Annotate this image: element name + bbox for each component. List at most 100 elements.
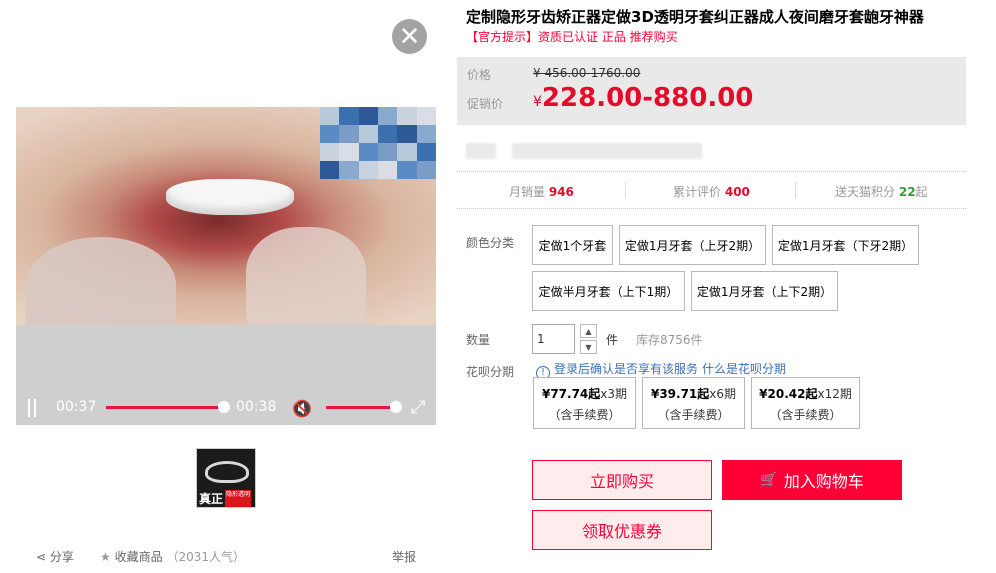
video-control-bar: 00:37 00:38 🔇 ⤢ [16,391,436,425]
mosaic-tile [378,161,398,179]
progress-bar[interactable] [106,401,230,413]
quantity-label: 数量 [466,333,491,347]
divider [625,182,626,198]
mosaic-tile [397,125,417,143]
quantity-unit: 件 [606,333,619,347]
mosaic-tile [339,125,359,143]
progress-knob[interactable] [218,401,230,413]
installment-fee: （含手续费） [657,408,730,422]
color-option[interactable]: 定做1月牙套（下牙2期） [772,225,919,265]
official-notice: 【官方提示】资质已认证 正品 推荐购买 [466,28,678,45]
installment-amount: ¥77.74起 [541,387,601,401]
original-price-label: 价格 [467,68,492,82]
get-coupon-button[interactable]: 领取优惠券 [532,510,712,550]
thumbnail-caption: 真正 隐形透明 [197,490,255,507]
sales-stats: 月销量 946 累计评价 400 送天猫积分 22起 [457,171,966,209]
quantity-decrease-button[interactable]: ▼ [580,340,597,354]
mosaic-tile [397,107,417,125]
share-label: 分享 [49,550,74,564]
blurred-content [466,143,496,159]
promo-price: ¥228.00-880.00 [533,83,753,113]
fullscreen-icon[interactable]: ⤢ [411,397,425,418]
video-controls: 00:37 00:38 🔇 ⤢ [16,325,436,425]
points-label: 送天猫积分 [835,185,896,199]
points-suffix: 起 [915,185,928,199]
color-option[interactable]: 定做1月牙套（上下2期） [691,271,838,311]
review-count[interactable]: 累计评价 400 [673,183,750,200]
share-link[interactable]: ⋖ 分享 [36,548,74,565]
mosaic-tile [397,161,417,179]
notice-tag: 【官方提示】 [466,30,539,44]
quantity-input[interactable] [532,324,575,354]
video-hand-left [26,237,176,332]
stock-count: 库存8756件 [636,333,703,347]
installment-amount: ¥20.42起 [759,387,818,401]
installment-option-6[interactable]: ¥39.71起x6期 （含手续费） [642,377,745,429]
report-link[interactable]: 举报 [392,548,416,565]
mosaic-tile [358,161,378,179]
mosaic-tile [416,143,436,161]
installment-help-link[interactable]: 什么是花呗分期 [702,362,786,376]
mosaic-tile [358,143,378,161]
blurred-content [512,143,702,159]
mosaic-tile [320,143,340,161]
volume-knob[interactable] [390,401,402,413]
installment-term: x3期 [600,387,628,401]
product-thumbnail[interactable]: 真正 隐形透明 [196,448,256,508]
video-frame [16,107,436,332]
installment-term: x6期 [709,387,737,401]
tmall-points: 送天猫积分 22起 [835,183,928,200]
color-option[interactable]: 定做半月牙套（上下1期） [532,271,685,311]
volume-slider[interactable] [326,401,402,413]
installment-info-text: 登录后确认是否享有该服务 [554,362,699,376]
mosaic-tile [416,125,436,143]
mute-icon[interactable]: 🔇 [292,399,312,418]
pause-icon[interactable] [26,399,38,417]
buy-now-button[interactable]: 立即购买 [532,460,712,500]
review-value: 400 [724,185,750,199]
monthly-sales-label: 月销量 [509,185,546,199]
color-option[interactable]: 定做1月牙套（上牙2期） [619,225,766,265]
notice-text: 资质已认证 正品 推荐购买 [538,30,678,44]
color-label: 颜色分类 [466,236,515,250]
mosaic-tile [378,125,398,143]
installment-fee: （含手续费） [769,408,842,422]
mosaic-tile [320,107,340,125]
mosaic-tile [416,161,436,179]
promo-price-label: 促销价 [467,97,504,111]
color-option[interactable]: 定做1个牙套 [532,225,613,265]
cart-icon: 🛒 [760,472,778,488]
product-title: 定制隐形牙齿矫正器定做3D透明牙套纠正器成人夜间磨牙套龅牙神器 [466,8,924,26]
mosaic-tile [397,143,417,161]
price-panel: 价格 ¥ 456.00-1760.00 促销价 ¥228.00-880.00 [457,57,966,125]
mosaic-tile [358,125,378,143]
popularity-count: （2031人气） [166,550,245,564]
monthly-sales: 月销量 946 [509,183,574,200]
thumbnail-caption-sub: 隐形透明 [225,490,252,507]
mosaic-tile [378,107,398,125]
thumbnail-tray-shape [205,461,249,483]
points-value: 22 [898,185,916,199]
installment-option-12[interactable]: ¥20.42起x12期 （含手续费） [751,377,860,429]
divider [795,182,796,198]
installment-amount: ¥39.71起 [650,387,710,401]
mosaic-tile [320,161,340,179]
installment-fee: （含手续费） [548,408,621,422]
video-player[interactable]: 00:37 00:38 🔇 ⤢ [16,107,436,425]
favorite-link[interactable]: ★ 收藏商品 （2031人气） [100,548,245,565]
installment-option-3[interactable]: ¥77.74起x3期 （含手续费） [533,377,636,429]
installment-term: x12期 [817,387,852,401]
mosaic-tile [320,125,340,143]
quantity-increase-button[interactable]: ▲ [580,324,597,338]
close-icon[interactable]: ✕ [392,19,427,54]
mosaic-tile [339,143,359,161]
add-to-cart-button[interactable]: 🛒 加入购物车 [722,460,902,500]
mosaic-tile [378,143,398,161]
mosaic-tile [339,107,359,125]
mosaic-tile [358,107,378,125]
video-hand-right [246,227,366,327]
mosaic-tile [339,161,359,179]
promo-price-value: 228.00-880.00 [541,83,754,113]
monthly-sales-value: 946 [548,185,574,199]
mosaic-tile [416,107,436,125]
